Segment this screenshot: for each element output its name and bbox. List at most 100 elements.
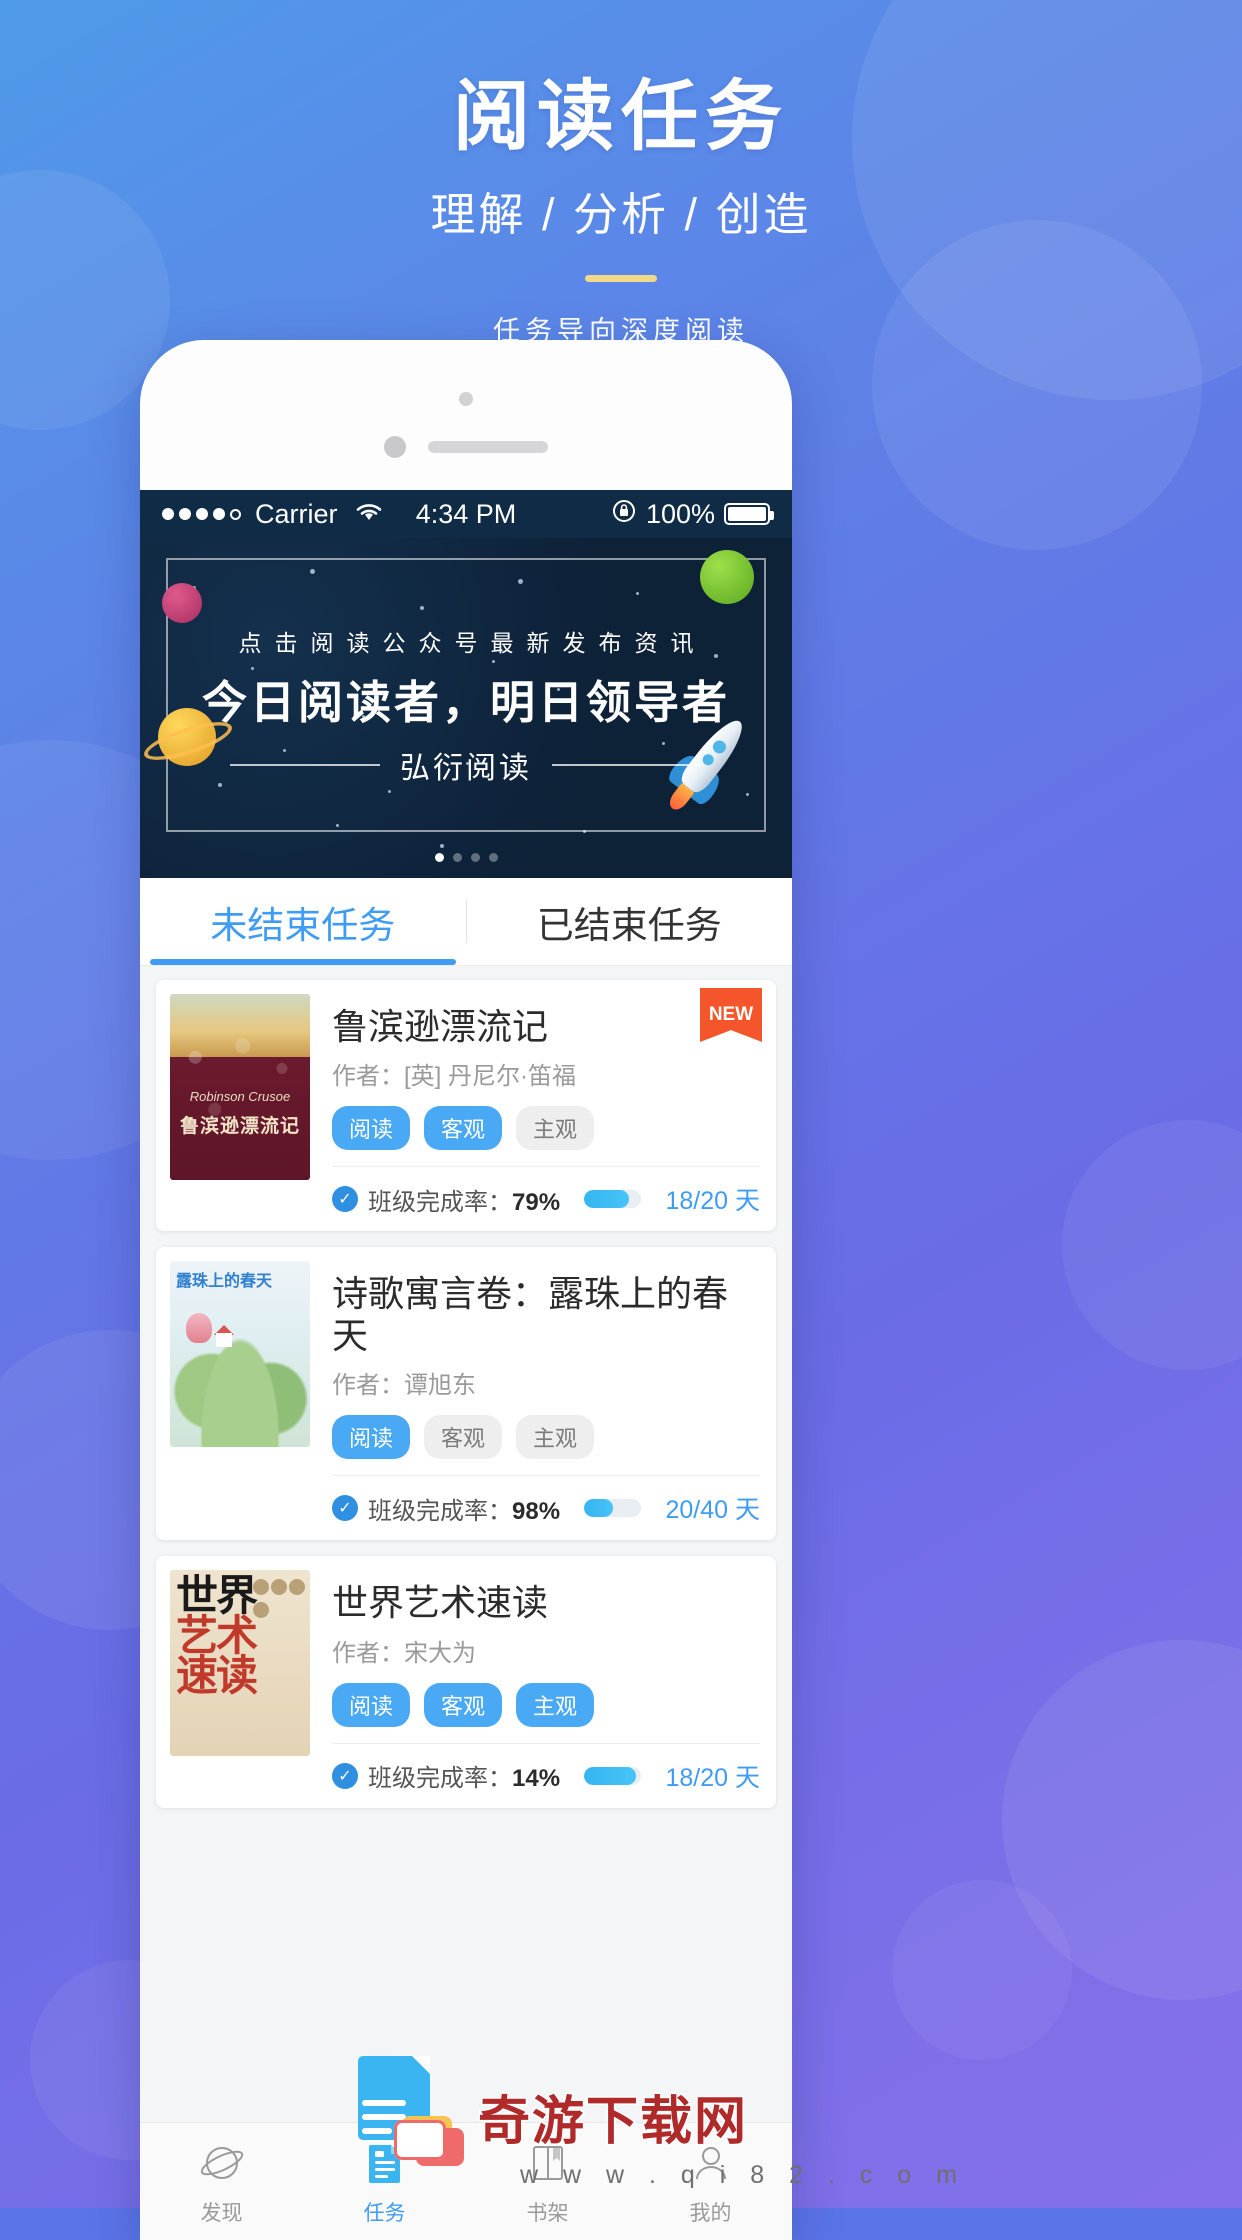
task-card[interactable]: 世界 艺术 速读 世界艺术速读 作者：宋大为 阅读 客观 主观 ✓ 班级完成率：14… [156, 1556, 776, 1808]
tab-label: 已结束任务 [536, 904, 722, 946]
nav-item-profile[interactable]: 我的 [629, 2123, 792, 2240]
book-author: 作者：谭旭东 [332, 1372, 476, 1400]
progress-bar [584, 1499, 642, 1518]
task-info: 鲁滨逊漂流记 作者：[英] 丹尼尔·笛福 阅读 客观 主观 ✓ 班级完成率：79… [310, 994, 760, 1217]
banner-dot[interactable] [452, 853, 462, 862]
completion-rate-label: 班级完成率：79% [368, 1182, 560, 1217]
phone-mockup: Carrier 4:34 PM 100% 点击阅读公众号最新发布资讯 今日阅读者… [140, 340, 792, 2240]
banner-signature-row: 弘衍阅读 [140, 743, 792, 787]
status-bar: Carrier 4:34 PM 100% [140, 490, 792, 538]
promo-banner[interactable]: 点击阅读公众号最新发布资讯 今日阅读者，明日领导者 弘衍阅读 [140, 538, 792, 878]
tag-chip[interactable]: 主观 [516, 1106, 595, 1151]
check-circle-icon: ✓ [332, 1495, 358, 1522]
status-time: 4:34 PM [415, 498, 517, 529]
planet-icon [195, 2136, 249, 2190]
tag-chip[interactable]: 主观 [516, 1415, 595, 1460]
book-title: 鲁滨逊漂流记 [332, 1006, 549, 1047]
card-divider [332, 1475, 760, 1477]
days-label: 18/20 天 [665, 1187, 760, 1216]
phone-speaker [140, 436, 792, 458]
task-card[interactable]: 露珠上的春天 诗歌寓言卷：露珠上的春天 作者：谭旭东 阅读 客观 主观 ✓ 班级… [156, 1247, 776, 1541]
tag-chip[interactable]: 客观 [424, 1415, 503, 1460]
banner-dot[interactable] [434, 853, 444, 862]
progress-bar [584, 1190, 642, 1209]
nav-label: 书架 [526, 2202, 569, 2225]
tag-row: 阅读 客观 主观 [332, 1415, 760, 1460]
rate-value: 98% [512, 1497, 561, 1525]
banner-dot[interactable] [488, 853, 498, 862]
card-divider [332, 1742, 760, 1744]
sensor-dot-icon [384, 436, 406, 458]
check-circle-icon: ✓ [332, 1762, 358, 1789]
progress-bar [584, 1766, 642, 1785]
document-icon [358, 2136, 412, 2190]
rate-value: 14% [512, 1765, 561, 1793]
banner-rule-right [552, 764, 702, 766]
cover-latin-title: Robinson Crusoe [189, 1089, 291, 1104]
nav-label: 我的 [689, 2202, 732, 2225]
tag-chip[interactable]: 阅读 [332, 1415, 411, 1460]
book-icon [521, 2136, 575, 2190]
rate-value: 79% [512, 1188, 561, 1216]
planet-pink-icon [162, 583, 202, 623]
bottom-navigation: 发现 任务 书架 我的 [140, 2122, 792, 2240]
rate-text: 班级完成率： [368, 1188, 512, 1216]
completion-rate-label: 班级完成率：98% [368, 1491, 560, 1526]
banner-title: 今日阅读者，明日领导者 [201, 677, 730, 728]
book-cover[interactable]: 露珠上的春天 [170, 1261, 310, 1448]
page-title: 阅读任务 [453, 74, 789, 160]
header-divider [585, 274, 657, 282]
camera-dot-icon [459, 392, 473, 406]
cover-title: 露珠上的春天 [176, 1273, 273, 1291]
nav-label: 发现 [200, 2202, 243, 2225]
tag-chip[interactable]: 客观 [424, 1106, 503, 1151]
nav-item-discover[interactable]: 发现 [140, 2123, 303, 2240]
phone-camera [140, 392, 792, 406]
planet-green-icon [700, 550, 754, 604]
book-title: 诗歌寓言卷：露珠上的春天 [332, 1273, 729, 1356]
rotation-lock-icon [611, 498, 637, 531]
cover-title: 世界 艺术 速读 [176, 1572, 258, 1699]
task-tabs: 未结束任务 已结束任务 [140, 878, 792, 966]
header-tagline: 任务导向深度阅读 [493, 315, 749, 346]
carrier-label: Carrier [255, 498, 338, 529]
banner-signature: 弘衍阅读 [400, 752, 532, 785]
wifi-icon [354, 499, 384, 530]
speaker-grill-icon [428, 441, 548, 453]
nav-item-tasks[interactable]: 任务 [303, 2123, 466, 2240]
person-icon [684, 2136, 738, 2190]
decor-blob [1062, 1120, 1242, 1370]
tag-chip[interactable]: 阅读 [332, 1106, 411, 1151]
cover-title: 鲁滨逊漂流记 [179, 1116, 300, 1137]
tab-unfinished-tasks[interactable]: 未结束任务 [140, 878, 466, 965]
banner-rule-left [230, 764, 380, 766]
task-card[interactable]: NEW Robinson Crusoe 鲁滨逊漂流记 鲁滨逊漂流记 作者：[英]… [156, 980, 776, 1232]
page-subtitle: 理解 / 分析 / 创造 [430, 188, 812, 240]
promo-header: 阅读任务 理解 / 分析 / 创造 任务导向深度阅读 [0, 0, 1242, 348]
battery-icon [724, 503, 774, 525]
rate-text: 班级完成率： [368, 1497, 512, 1525]
progress-row: ✓ 班级完成率：98% 20/40 天 [332, 1490, 760, 1526]
book-cover[interactable]: Robinson Crusoe 鲁滨逊漂流记 [170, 994, 310, 1180]
book-cover[interactable]: 世界 艺术 速读 [170, 1570, 310, 1757]
card-divider [332, 1166, 760, 1168]
completion-rate-label: 班级完成率：14% [368, 1758, 560, 1793]
nav-label: 任务 [363, 2202, 406, 2225]
days-label: 20/40 天 [665, 1496, 760, 1525]
nav-item-bookshelf[interactable]: 书架 [466, 2123, 629, 2240]
book-title: 世界艺术速读 [332, 1582, 549, 1624]
progress-row: ✓ 班级完成率：79% 18/20 天 [332, 1181, 760, 1217]
tag-chip[interactable]: 客观 [424, 1682, 503, 1727]
rate-text: 班级完成率： [368, 1765, 512, 1793]
phone-screen: Carrier 4:34 PM 100% 点击阅读公众号最新发布资讯 今日阅读者… [140, 490, 792, 2240]
check-circle-icon: ✓ [332, 1186, 358, 1213]
book-author: 作者：[英] 丹尼尔·笛福 [332, 1063, 576, 1091]
book-author: 作者：宋大为 [332, 1639, 476, 1667]
tag-chip[interactable]: 阅读 [332, 1682, 411, 1727]
banner-dot[interactable] [470, 853, 480, 862]
signal-dots-icon [162, 508, 241, 520]
banner-pagination-dots[interactable] [140, 853, 792, 862]
tag-chip[interactable]: 主观 [516, 1682, 595, 1727]
decor-blob [892, 1880, 1072, 2060]
tab-finished-tasks[interactable]: 已结束任务 [467, 878, 793, 965]
